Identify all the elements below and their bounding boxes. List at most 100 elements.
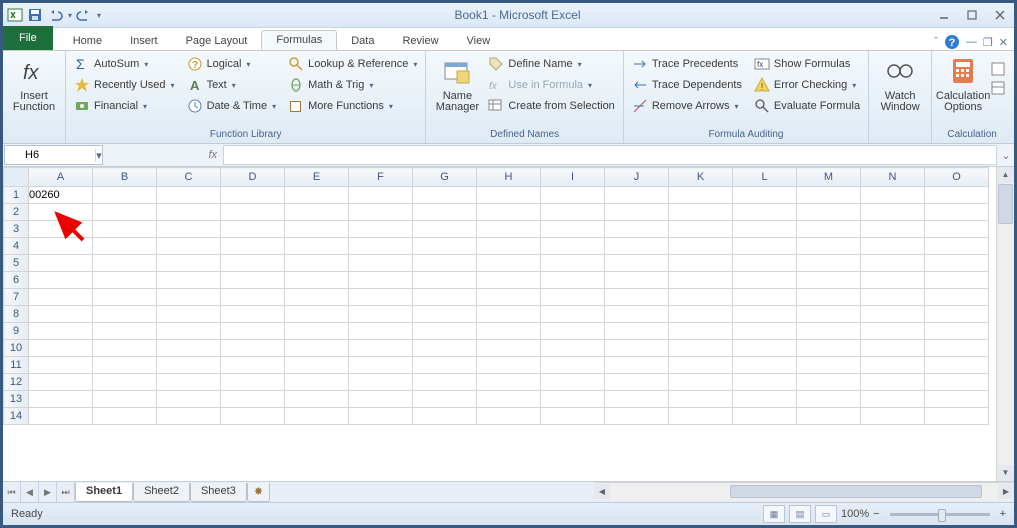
sheet-tab-3[interactable]: Sheet3 bbox=[190, 483, 247, 502]
cell-H2[interactable] bbox=[477, 204, 541, 221]
cell-C5[interactable] bbox=[157, 255, 221, 272]
cell-A5[interactable] bbox=[29, 255, 93, 272]
trace-dependents-button[interactable]: Trace Dependents bbox=[630, 76, 744, 94]
undo-dropdown-icon[interactable]: ▾ bbox=[68, 11, 72, 20]
cell-F6[interactable] bbox=[349, 272, 413, 289]
page-break-view-icon[interactable]: ▭ bbox=[815, 505, 837, 523]
cell-F3[interactable] bbox=[349, 221, 413, 238]
row-header-13[interactable]: 13 bbox=[4, 391, 29, 408]
col-header-H[interactable]: H bbox=[477, 168, 541, 187]
tab-insert[interactable]: Insert bbox=[116, 32, 172, 50]
cell-E5[interactable] bbox=[285, 255, 349, 272]
row-header-14[interactable]: 14 bbox=[4, 408, 29, 425]
cell-M2[interactable] bbox=[797, 204, 861, 221]
cell-E9[interactable] bbox=[285, 323, 349, 340]
tab-nav-prev-icon[interactable]: ◀ bbox=[21, 482, 39, 502]
cell-G9[interactable] bbox=[413, 323, 477, 340]
cell-E13[interactable] bbox=[285, 391, 349, 408]
cell-J7[interactable] bbox=[605, 289, 669, 306]
sheet-tab-1[interactable]: Sheet1 bbox=[75, 483, 133, 502]
autosum-button[interactable]: ΣAutoSum▾ bbox=[72, 55, 177, 73]
cell-C10[interactable] bbox=[157, 340, 221, 357]
hscroll-thumb[interactable] bbox=[730, 485, 982, 498]
cell-F10[interactable] bbox=[349, 340, 413, 357]
col-header-M[interactable]: M bbox=[797, 168, 861, 187]
define-name-button[interactable]: Define Name▾ bbox=[486, 55, 616, 73]
cell-I8[interactable] bbox=[541, 306, 605, 323]
cell-G2[interactable] bbox=[413, 204, 477, 221]
math-trig-button[interactable]: Math & Trig▾ bbox=[286, 76, 419, 94]
maximize-button[interactable] bbox=[958, 6, 986, 24]
col-header-O[interactable]: O bbox=[925, 168, 989, 187]
cell-L11[interactable] bbox=[733, 357, 797, 374]
cell-G7[interactable] bbox=[413, 289, 477, 306]
cell-H4[interactable] bbox=[477, 238, 541, 255]
cell-J3[interactable] bbox=[605, 221, 669, 238]
cell-N14[interactable] bbox=[861, 408, 925, 425]
cell-J8[interactable] bbox=[605, 306, 669, 323]
cell-G14[interactable] bbox=[413, 408, 477, 425]
scroll-up-icon[interactable]: ▲ bbox=[997, 167, 1014, 183]
tab-data[interactable]: Data bbox=[337, 32, 388, 50]
cell-F8[interactable] bbox=[349, 306, 413, 323]
cell-B12[interactable] bbox=[93, 374, 157, 391]
vertical-scrollbar[interactable]: ▲ ▼ bbox=[996, 167, 1014, 481]
cell-L4[interactable] bbox=[733, 238, 797, 255]
cell-M8[interactable] bbox=[797, 306, 861, 323]
cell-J1[interactable] bbox=[605, 187, 669, 204]
cell-C7[interactable] bbox=[157, 289, 221, 306]
cell-O3[interactable] bbox=[925, 221, 989, 238]
tab-formulas[interactable]: Formulas bbox=[261, 30, 337, 50]
cell-A14[interactable] bbox=[29, 408, 93, 425]
cell-H13[interactable] bbox=[477, 391, 541, 408]
redo-icon[interactable] bbox=[76, 7, 92, 23]
cell-E2[interactable] bbox=[285, 204, 349, 221]
row-header-8[interactable]: 8 bbox=[4, 306, 29, 323]
page-layout-view-icon[interactable]: ▤ bbox=[789, 505, 811, 523]
cell-K7[interactable] bbox=[669, 289, 733, 306]
cell-L2[interactable] bbox=[733, 204, 797, 221]
date-time-button[interactable]: Date & Time▾ bbox=[185, 97, 279, 115]
insert-function-button[interactable]: fx Insert Function bbox=[9, 53, 59, 113]
cell-G8[interactable] bbox=[413, 306, 477, 323]
cell-J12[interactable] bbox=[605, 374, 669, 391]
calculation-options-button[interactable]: Calculation Options bbox=[938, 53, 988, 113]
cell-F14[interactable] bbox=[349, 408, 413, 425]
tab-home[interactable]: Home bbox=[59, 32, 116, 50]
cell-N5[interactable] bbox=[861, 255, 925, 272]
name-box[interactable]: ▾ bbox=[4, 145, 103, 165]
cell-N12[interactable] bbox=[861, 374, 925, 391]
error-checking-button[interactable]: !Error Checking▾ bbox=[752, 76, 862, 94]
cell-I3[interactable] bbox=[541, 221, 605, 238]
cell-K1[interactable] bbox=[669, 187, 733, 204]
name-box-dropdown-icon[interactable]: ▾ bbox=[95, 149, 102, 162]
cell-A12[interactable] bbox=[29, 374, 93, 391]
financial-button[interactable]: Financial▾ bbox=[72, 97, 177, 115]
cell-L9[interactable] bbox=[733, 323, 797, 340]
row-header-9[interactable]: 9 bbox=[4, 323, 29, 340]
cell-H12[interactable] bbox=[477, 374, 541, 391]
cell-A1[interactable]: 00260 bbox=[29, 187, 93, 204]
cell-C9[interactable] bbox=[157, 323, 221, 340]
col-header-E[interactable]: E bbox=[285, 168, 349, 187]
cell-M13[interactable] bbox=[797, 391, 861, 408]
row-header-3[interactable]: 3 bbox=[4, 221, 29, 238]
cell-F11[interactable] bbox=[349, 357, 413, 374]
row-header-6[interactable]: 6 bbox=[4, 272, 29, 289]
qat-customize-icon[interactable]: ▾ bbox=[97, 11, 101, 20]
cell-J6[interactable] bbox=[605, 272, 669, 289]
cell-B14[interactable] bbox=[93, 408, 157, 425]
cell-A7[interactable] bbox=[29, 289, 93, 306]
cell-A3[interactable] bbox=[29, 221, 93, 238]
cell-B9[interactable] bbox=[93, 323, 157, 340]
help-icon[interactable]: ? bbox=[944, 34, 960, 50]
cell-N8[interactable] bbox=[861, 306, 925, 323]
cell-H11[interactable] bbox=[477, 357, 541, 374]
cell-I11[interactable] bbox=[541, 357, 605, 374]
cell-D5[interactable] bbox=[221, 255, 285, 272]
cell-D10[interactable] bbox=[221, 340, 285, 357]
workbook-minimize-icon[interactable]: — bbox=[966, 36, 977, 48]
name-manager-button[interactable]: Name Manager bbox=[432, 53, 482, 113]
cell-K3[interactable] bbox=[669, 221, 733, 238]
cell-K13[interactable] bbox=[669, 391, 733, 408]
